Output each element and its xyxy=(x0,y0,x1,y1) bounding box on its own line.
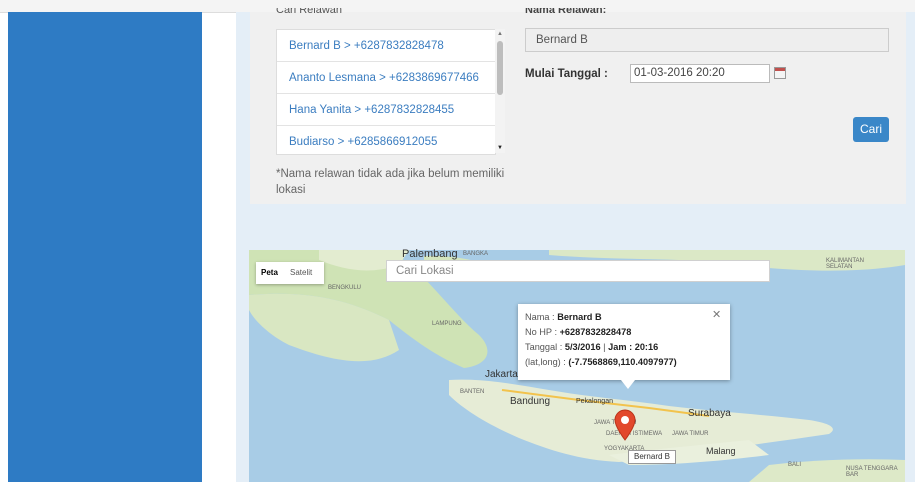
list-item[interactable]: Budiarso > +6285866912055 xyxy=(277,126,495,154)
start-date-label: Mulai Tanggal : xyxy=(525,68,608,80)
scroll-down-icon[interactable]: ▼ xyxy=(495,145,505,151)
popup-phone: +6287832828478 xyxy=(559,327,632,337)
volunteer-list[interactable]: Bernard B > +6287832828478 Ananto Lesman… xyxy=(276,29,496,155)
map-label-bali: BALI xyxy=(788,462,802,468)
map-label-surabaya: Surabaya xyxy=(688,408,731,419)
map-label-malang: Malang xyxy=(706,446,736,456)
popup-time-label: Jam : xyxy=(608,342,633,352)
list-item[interactable]: Hana Yanita > +6287832828455 xyxy=(277,94,495,126)
volunteer-list-label: Cari Relawan xyxy=(276,8,343,16)
info-window-tail xyxy=(621,380,635,389)
list-note: *Nama relawan tidak ada jika belum memil… xyxy=(276,168,505,196)
calendar-icon[interactable] xyxy=(774,67,786,79)
map-toggle-button[interactable]: Peta xyxy=(261,268,278,277)
popup-date: 5/3/2016 xyxy=(564,342,601,352)
map-label-bangka: BANGKA xyxy=(463,251,489,257)
close-icon[interactable]: ✕ xyxy=(712,308,721,321)
volunteer-name-label: Nama Relawan: xyxy=(525,8,607,16)
map-label-bengkulu: BENGKULU xyxy=(328,285,362,291)
popup-name-label: Nama : xyxy=(525,312,555,322)
map-marker-icon[interactable] xyxy=(614,409,636,441)
search-button[interactable]: Cari xyxy=(853,117,889,142)
map-label-pekalongan: Pekalongan xyxy=(576,398,613,405)
list-item[interactable]: Bernard B > +6287832828478 xyxy=(277,30,495,62)
start-date-input[interactable]: 01-03-2016 20:20 xyxy=(630,64,770,83)
popup-date-label: Tanggal : xyxy=(525,342,563,352)
map-type-toggle[interactable]: Peta Satelit xyxy=(256,262,324,284)
popup-coord-label: (lat,long) : xyxy=(525,357,566,367)
map-label-palembang: Palembang xyxy=(402,248,458,260)
satellite-toggle-button[interactable]: Satelit xyxy=(290,268,312,277)
popup-phone-label: No HP : xyxy=(525,327,557,337)
popup-coord: (-7.7568869,110.4097977) xyxy=(568,357,677,367)
map-label-jakarta: Jakarta xyxy=(485,369,518,380)
map-label-lampung: LAMPUNG xyxy=(432,321,462,327)
scroll-up-icon[interactable]: ▲ xyxy=(495,31,505,37)
map-label-jawa-timur: JAWA TIMUR xyxy=(672,431,709,437)
map-label-nusa: NUSA TENGGARA BAR xyxy=(846,466,898,478)
sidebar xyxy=(8,12,202,482)
volunteer-name-field[interactable]: Bernard B xyxy=(525,28,889,52)
map-label-kalimantan: KALIMANTAN SELATAN xyxy=(826,258,864,270)
list-scrollbar[interactable]: ▲ ▼ xyxy=(495,29,505,153)
popup-time: 20:16 xyxy=(634,342,659,352)
list-item[interactable]: Ananto Lesmana > +6283869677466 xyxy=(277,62,495,94)
marker-label: Bernard B xyxy=(628,450,676,464)
map-label-bandung: Bandung xyxy=(510,396,551,407)
info-window: Nama : Bernard B No HP : +6287832828478 … xyxy=(518,304,730,380)
popup-name: Bernard B xyxy=(557,312,602,322)
scroll-thumb[interactable] xyxy=(497,41,503,95)
map-label-banten: BANTEN xyxy=(460,389,485,395)
location-search-input[interactable]: Cari Lokasi xyxy=(386,260,770,282)
